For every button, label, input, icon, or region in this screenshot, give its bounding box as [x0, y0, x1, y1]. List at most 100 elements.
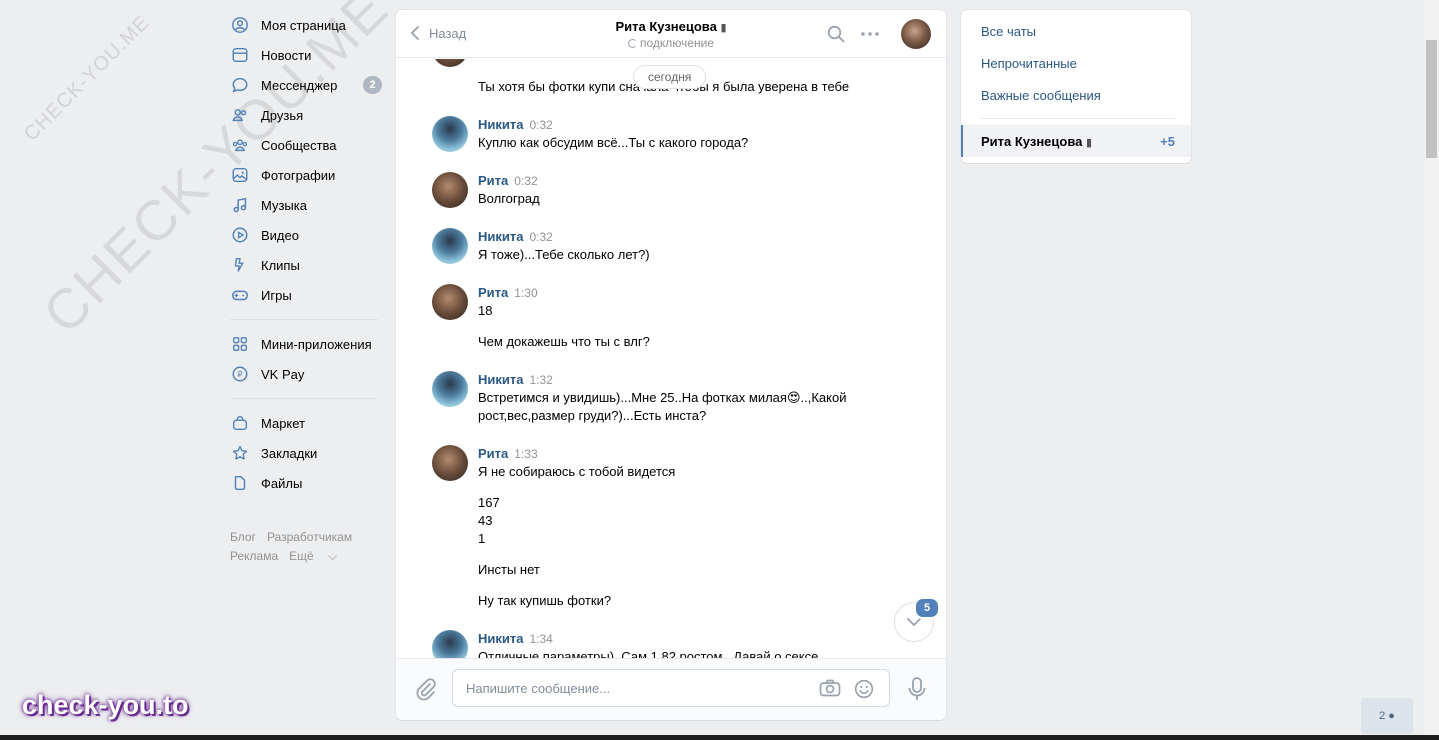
author-name[interactable]: Никита: [478, 372, 523, 387]
microphone-icon: [908, 677, 926, 700]
spinner-icon: [628, 39, 638, 48]
camera-icon: [819, 679, 841, 697]
author-name[interactable]: Рита: [478, 285, 508, 300]
footer-blog-link[interactable]: Блог: [230, 530, 256, 544]
voice-message-button[interactable]: [907, 676, 927, 705]
nav-label: Фотографии: [261, 167, 336, 183]
avatar[interactable]: [432, 116, 468, 152]
nav-footer: Блог Разработчикам Реклама Ещё ⌵: [230, 528, 385, 566]
scroll-to-bottom-button[interactable]: 5: [894, 597, 940, 642]
video-icon: [230, 225, 250, 245]
nav-divider: [230, 319, 378, 320]
nav-label: Мессенджер: [261, 77, 338, 93]
chat-panel: Назад Рита Кузнецова ▮ подключение сегод…: [396, 10, 946, 720]
nav-label: Игры: [261, 287, 292, 303]
author-name[interactable]: Рита: [478, 446, 508, 461]
page-scrollbar[interactable]: [1424, 0, 1439, 740]
more-actions-button[interactable]: [860, 25, 880, 46]
nav-news[interactable]: Новости: [230, 40, 385, 70]
search-icon: [827, 25, 845, 43]
footer-dev-link[interactable]: Разработчикам: [267, 530, 352, 544]
nav-friends[interactable]: Друзья: [230, 100, 385, 130]
svg-text:₽: ₽: [237, 369, 242, 379]
message-text: Ну так купишь фотки?: [478, 593, 612, 608]
user-circle-icon: [230, 15, 250, 35]
scrollbar-thumb[interactable]: [1426, 40, 1437, 158]
more-dots-icon: [861, 32, 879, 36]
camera-button[interactable]: [819, 679, 841, 700]
nav-label: Новости: [261, 47, 312, 63]
photos-icon: [230, 165, 250, 185]
avatar[interactable]: [432, 284, 468, 320]
games-icon: [230, 285, 250, 305]
avatar[interactable]: [432, 445, 468, 481]
nav-clips[interactable]: Клипы: [230, 250, 385, 280]
messenger-icon: [230, 75, 250, 95]
message-text: Я не собираюсь с тобой видется: [478, 464, 676, 479]
footer-ads-link[interactable]: Реклама: [230, 549, 278, 563]
avatar[interactable]: [432, 172, 468, 208]
message-text: 18: [478, 303, 493, 318]
people-count: 2: [1379, 710, 1386, 722]
author-name[interactable]: Никита: [478, 229, 523, 244]
filter-important[interactable]: Важные сообщения: [981, 88, 1101, 103]
nav-label: Моя страница: [261, 17, 346, 33]
active-chat-name: Рита Кузнецова: [981, 134, 1083, 149]
filter-all-chats[interactable]: Все чаты: [981, 24, 1036, 39]
message-text: 167 43 1: [478, 495, 500, 546]
message-time: 0:32: [529, 118, 553, 132]
nav-messenger[interactable]: Мессенджер 2: [230, 70, 385, 100]
message-text: Куплю как обсудим всё...Ты с какого горо…: [478, 135, 749, 150]
nav-games[interactable]: Игры: [230, 280, 385, 310]
nav-label: Закладки: [261, 445, 318, 461]
message-text: Я тоже)...Тебе сколько лет?): [478, 247, 650, 262]
nav-files[interactable]: Файлы: [230, 468, 385, 498]
nav-vkpay[interactable]: ₽ VK Pay: [230, 359, 385, 389]
person-icon: ●: [1388, 710, 1395, 722]
bookmarks-icon: [230, 443, 250, 463]
emoji-button[interactable]: [854, 679, 874, 702]
avatar[interactable]: [432, 630, 468, 659]
nav-video[interactable]: Видео: [230, 220, 385, 250]
nav-label: Клипы: [261, 257, 300, 273]
filter-unread[interactable]: Непрочитанные: [981, 56, 1077, 71]
active-chat-item[interactable]: Рита Кузнецова ▮ +5: [961, 125, 1191, 157]
message-time: 0:32: [529, 230, 553, 244]
nav-label: Файлы: [261, 475, 303, 491]
nav-market[interactable]: Маркет: [230, 408, 385, 438]
message-input[interactable]: [453, 670, 793, 706]
search-button[interactable]: [827, 25, 845, 46]
date-separator: сегодня: [633, 65, 707, 89]
nav-label: Сообщества: [261, 137, 337, 153]
online-people-counter[interactable]: 2 ●: [1361, 698, 1413, 734]
nav-my-page[interactable]: Моя страница: [230, 10, 385, 40]
panel-divider: [981, 118, 1175, 119]
footer-more-link[interactable]: Ещё ⌵: [289, 549, 348, 563]
contact-avatar[interactable]: [901, 19, 931, 49]
messenger-counter-badge: 2: [363, 76, 382, 94]
avatar[interactable]: [432, 228, 468, 264]
message-time: 0:32: [514, 174, 538, 188]
nav-label: Маркет: [261, 415, 306, 431]
nav-music[interactable]: Музыка: [230, 190, 385, 220]
message-history[interactable]: сегодня Ты хотя бы фотки купи сначала чт…: [396, 59, 946, 659]
music-icon: [230, 195, 250, 215]
message-text: Чем докажешь что ты с влг?: [478, 334, 650, 349]
author-name[interactable]: Никита: [478, 631, 523, 646]
nav-bookmarks[interactable]: Закладки: [230, 438, 385, 468]
connection-status: подключение: [640, 36, 714, 50]
nav-photos[interactable]: Фотографии: [230, 160, 385, 190]
nav-communities[interactable]: Сообщества: [230, 130, 385, 160]
attach-button[interactable]: [415, 677, 437, 704]
watermark-small: CHECK-YOU.ME: [20, 11, 155, 146]
message-time: 1:32: [529, 373, 553, 387]
active-chat-count: +5: [1160, 134, 1175, 149]
market-icon: [230, 413, 250, 433]
smile-icon: [854, 679, 874, 699]
author-name[interactable]: Рита: [478, 173, 508, 188]
nav-mini-apps[interactable]: Мини-приложения: [230, 329, 385, 359]
author-name[interactable]: Никита: [478, 117, 523, 132]
chat-header: Назад Рита Кузнецова ▮ подключение: [396, 10, 946, 58]
avatar[interactable]: [432, 371, 468, 407]
message-time: 1:33: [514, 447, 538, 461]
